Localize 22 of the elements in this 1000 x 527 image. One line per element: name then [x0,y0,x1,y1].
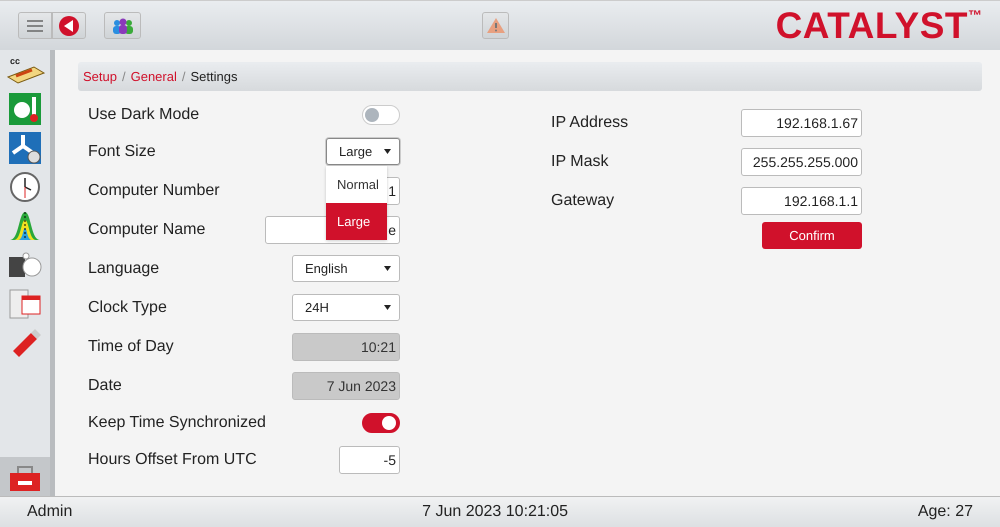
age-label: Age: 27 [918,503,973,521]
setting-label: Computer Name [88,220,206,238]
setting-label: Computer Number [88,182,220,200]
breadcrumb-separator: / [182,69,186,84]
readonly-field: 10:21 [292,332,400,360]
setting-label: Use Dark Mode [88,106,200,124]
setting-label: Keep Time Synchronized [88,414,266,432]
setting-label: Language [88,260,160,278]
setting-label: Time of Day [88,338,174,356]
setting-label: Gateway [551,192,614,210]
setting-label: Clock Type [88,298,167,316]
user-name: Admin [27,503,72,521]
readonly-field: 7 Jun 2023 [292,372,400,400]
status-datetime: 7 Jun 2023 10:21:05 [422,503,568,521]
setting-label: IP Address [551,114,628,132]
breadcrumb-separator: / [122,69,126,84]
setting-label: Font Size [88,142,156,160]
setting-label: IP Mask [551,152,608,170]
setting-label: Hours Offset From UTC [88,450,257,468]
breadcrumb-current: Settings [190,69,238,84]
setting-label: Date [88,376,122,394]
catalyst-logo: CATALYST™ [776,7,982,44]
